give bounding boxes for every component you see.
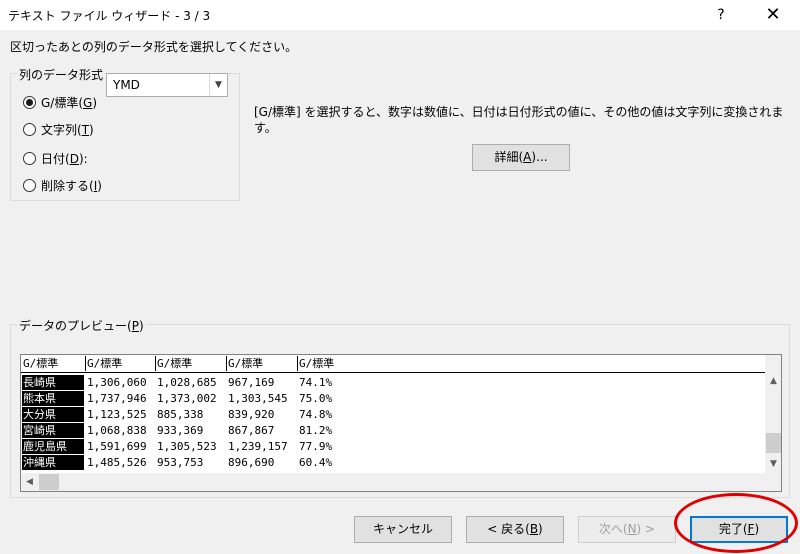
vertical-scroll-thumb[interactable] — [766, 433, 781, 453]
preview-cell: 沖縄県 — [22, 455, 84, 470]
scrollbar-corner — [765, 473, 781, 491]
details-button[interactable]: 詳細(A)... — [472, 144, 570, 171]
horizontal-scrollbar[interactable]: ◀ — [21, 473, 765, 491]
preview-cell: 熊本県 — [22, 391, 84, 406]
preview-cell: 60.4% — [299, 456, 333, 469]
preview-cell: 839,920 — [228, 408, 275, 421]
preview-cell: 75.0% — [299, 392, 333, 405]
scroll-down-icon[interactable]: ▼ — [765, 456, 781, 473]
preview-cell: 1,068,838 — [87, 424, 147, 437]
preview-row: 長崎県 1,306,060 1,028,685 967,169 74.1% — [21, 375, 765, 390]
preview-cell: 77.9% — [299, 440, 333, 453]
preview-cell: 大分県 — [22, 407, 84, 422]
preview-cell: 896,690 — [228, 456, 275, 469]
preview-cell: 1,239,157 — [228, 440, 288, 453]
scroll-up-icon[interactable]: ▲ — [765, 373, 781, 390]
radio-general[interactable]: G/標準(G) — [23, 94, 97, 111]
preview-cell: 1,123,525 — [87, 408, 147, 421]
preview-legend: データのプレビュー(P) — [17, 317, 146, 334]
preview-cell: 967,169 — [228, 376, 275, 389]
preview-row: 沖縄県 1,485,526 953,753 896,690 60.4% — [21, 455, 765, 470]
column-header[interactable]: G/標準 — [226, 356, 263, 371]
preview-cell: 1,373,002 — [157, 392, 217, 405]
horizontal-scroll-thumb[interactable] — [39, 474, 59, 490]
preview-cell: 933,369 — [157, 424, 204, 437]
close-button[interactable]: ✕ — [758, 2, 788, 28]
preview-cell: 953,753 — [157, 456, 204, 469]
radio-skip-indicator[interactable] — [23, 179, 36, 192]
preview-cell: 1,306,060 — [87, 376, 147, 389]
preview-cell: 74.1% — [299, 376, 333, 389]
preview-cell: 885,338 — [157, 408, 204, 421]
date-format-select[interactable]: YMD ▼ — [106, 73, 228, 97]
preview-row: 大分県 1,123,525 885,338 839,920 74.8% — [21, 407, 765, 422]
preview-row: 鹿児島県 1,591,699 1,305,523 1,239,157 77.9% — [21, 439, 765, 454]
window-title: テキスト ファイル ウィザード - 3 / 3 — [8, 9, 211, 23]
preview-cell: 1,591,699 — [87, 440, 147, 453]
radio-text[interactable]: 文字列(T) — [23, 121, 94, 138]
preview-cell: 長崎県 — [22, 375, 84, 390]
preview-cell: 81.2% — [299, 424, 333, 437]
preview-cell: 鹿児島県 — [22, 439, 84, 454]
radio-date-label: 日付(D): — [41, 152, 88, 166]
back-button[interactable]: < 戻る(B) — [466, 516, 564, 543]
column-format-legend: 列のデータ形式 — [17, 66, 106, 83]
radio-date[interactable]: 日付(D): — [23, 150, 88, 167]
preview-cell: 74.8% — [299, 408, 333, 421]
radio-text-label: 文字列(T) — [41, 123, 94, 137]
radio-skip-label: 削除する(I) — [41, 179, 102, 193]
preview-cell: 1,303,545 — [228, 392, 288, 405]
column-header[interactable]: G/標準 — [155, 356, 192, 371]
chevron-down-icon[interactable]: ▼ — [209, 74, 227, 96]
radio-text-indicator[interactable] — [23, 123, 36, 136]
scroll-left-icon[interactable]: ◀ — [21, 473, 38, 491]
radio-date-indicator[interactable] — [23, 152, 36, 165]
preview-header-row: G/標準 G/標準 G/標準 G/標準 G/標準 — [21, 355, 765, 373]
data-preview[interactable]: G/標準 G/標準 G/標準 G/標準 G/標準 長崎県 1,306,060 1… — [20, 354, 782, 492]
preview-row: 宮崎県 1,068,838 933,369 867,867 81.2% — [21, 423, 765, 438]
column-header[interactable]: G/標準 — [85, 356, 122, 371]
instruction-text: 区切ったあとの列のデータ形式を選択してください。 — [10, 40, 298, 54]
radio-skip[interactable]: 削除する(I) — [23, 177, 102, 194]
column-header[interactable]: G/標準 — [297, 356, 334, 371]
help-button[interactable]: ? — [708, 4, 734, 26]
vertical-scrollbar[interactable]: ▲ ▼ — [765, 355, 781, 473]
cancel-button[interactable]: キャンセル — [354, 516, 452, 543]
preview-row: 熊本県 1,737,946 1,373,002 1,303,545 75.0% — [21, 391, 765, 406]
preview-cell: 宮崎県 — [22, 423, 84, 438]
title-bar: テキスト ファイル ウィザード - 3 / 3 ? ✕ — [0, 0, 800, 30]
preview-cell: 1,028,685 — [157, 376, 217, 389]
date-format-value: YMD — [113, 78, 140, 92]
preview-cell: 867,867 — [228, 424, 275, 437]
column-header[interactable]: G/標準 — [22, 356, 58, 371]
radio-general-label: G/標準(G) — [41, 96, 98, 110]
preview-cell: 1,305,523 — [157, 440, 217, 453]
format-description: [G/標準] を選択すると、数字は数値に、日付は日付形式の値に、その他の値は文字… — [254, 105, 784, 135]
preview-cell: 1,737,946 — [87, 392, 147, 405]
next-button[interactable]: 次へ(N) > — [578, 516, 676, 543]
preview-cell: 1,485,526 — [87, 456, 147, 469]
radio-general-indicator[interactable] — [23, 96, 36, 109]
finish-button[interactable]: 完了(F) — [690, 516, 788, 543]
